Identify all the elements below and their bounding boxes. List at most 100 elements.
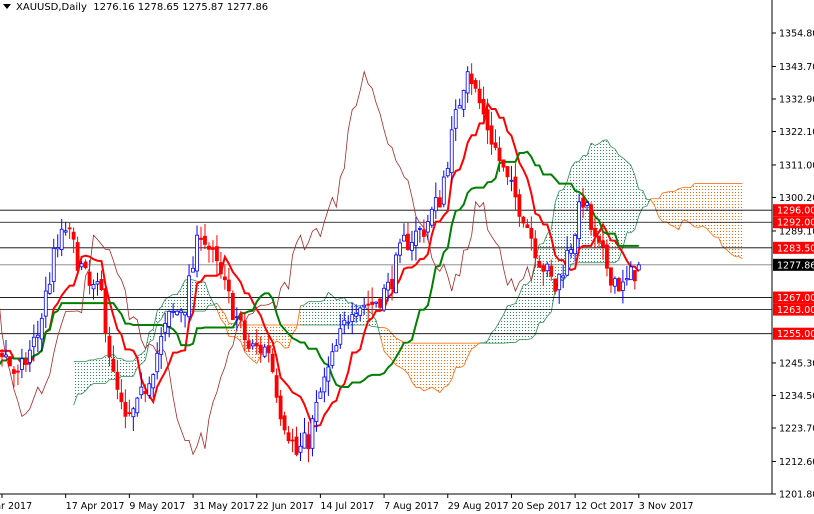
price-tick-label: 1311.00 bbox=[779, 160, 814, 171]
candle-bullish bbox=[318, 391, 323, 399]
cloud-bearish-segment bbox=[419, 343, 424, 391]
candle-bearish bbox=[617, 278, 621, 292]
cloud-bullish-segment bbox=[101, 355, 106, 384]
candle-bullish bbox=[449, 129, 454, 174]
candle-bearish bbox=[238, 313, 243, 321]
candle-bearish bbox=[370, 301, 375, 305]
price-chart[interactable]: 1354.80 1343.70 1332.90 1322.10 1311.00 1300.… bbox=[0, 0, 814, 514]
cloud-bearish-segment bbox=[666, 191, 671, 226]
candle-bearish bbox=[469, 73, 474, 85]
cloud-bearish-segment bbox=[718, 183, 723, 247]
candle-bullish bbox=[374, 301, 379, 304]
candle-bullish bbox=[187, 275, 191, 318]
cloud-bullish-segment bbox=[89, 359, 94, 387]
senkou-span-b-segment bbox=[376, 326, 381, 328]
candle-bullish bbox=[47, 283, 52, 294]
candle-bullish bbox=[429, 208, 434, 226]
candle-bearish bbox=[501, 159, 506, 168]
candle-bullish bbox=[465, 71, 470, 94]
cloud-bearish-segment bbox=[730, 183, 735, 257]
cloud-bullish-segment bbox=[539, 243, 544, 323]
candle-bullish bbox=[461, 90, 466, 110]
cloud-bullish-segment bbox=[559, 189, 564, 281]
cloud-bullish-segment bbox=[105, 355, 110, 384]
cloud-bullish-segment bbox=[304, 301, 309, 325]
date-tick-label: 9 May 2017 bbox=[129, 501, 185, 512]
candle-bearish bbox=[589, 204, 593, 230]
cloud-bearish-segment bbox=[427, 343, 432, 390]
candle-bullish bbox=[55, 247, 60, 250]
candle-bullish bbox=[445, 167, 450, 177]
cloud-bearish-segment bbox=[284, 324, 289, 349]
candle-bullish bbox=[326, 366, 331, 382]
candle-bullish bbox=[342, 319, 347, 326]
cloud-bullish-segment bbox=[201, 281, 205, 312]
level-price-label: 1292.00 bbox=[777, 218, 814, 229]
candle-bullish bbox=[386, 281, 390, 291]
price-tick-label: 1234.50 bbox=[779, 391, 814, 402]
candle-bearish bbox=[533, 238, 538, 259]
candle-bearish bbox=[521, 216, 526, 224]
cloud-bearish-segment bbox=[439, 343, 444, 393]
cloud-bullish-segment bbox=[312, 301, 317, 325]
date-tick-label: 12 Oct 2017 bbox=[575, 501, 634, 512]
candle-bullish bbox=[171, 310, 176, 313]
candle-bearish bbox=[16, 370, 20, 373]
level-price-label: 1283.50 bbox=[777, 243, 814, 254]
cloud-bearish-segment bbox=[738, 183, 743, 259]
candle-bearish bbox=[537, 260, 542, 268]
cloud-bearish-segment bbox=[734, 183, 739, 257]
candle-bullish bbox=[91, 284, 96, 290]
candle-bearish bbox=[226, 279, 231, 292]
candle-bearish bbox=[553, 278, 558, 292]
candle-bearish bbox=[541, 265, 546, 272]
cloud-bearish-segment bbox=[702, 183, 707, 229]
cloud-bearish-segment bbox=[678, 187, 683, 230]
cloud-bearish-segment bbox=[459, 343, 464, 368]
candle-bullish bbox=[569, 249, 574, 254]
cloud-bullish-segment bbox=[499, 314, 504, 344]
cloud-bullish-segment bbox=[336, 298, 341, 325]
cloud-bearish-segment bbox=[455, 343, 460, 368]
cloud-bearish-segment bbox=[447, 343, 452, 386]
price-tick-label: 1212.60 bbox=[779, 457, 814, 468]
cloud-bearish-segment bbox=[674, 188, 679, 230]
price-tick-label: 1322.10 bbox=[779, 127, 814, 138]
cloud-bullish-segment bbox=[595, 143, 599, 263]
cloud-bullish-segment bbox=[324, 292, 329, 325]
level-price-label: 1255.00 bbox=[777, 329, 814, 340]
candle-bullish bbox=[354, 313, 359, 317]
cloud-bearish-segment bbox=[694, 183, 699, 228]
level-price-label: 1267.00 bbox=[777, 293, 814, 304]
candle-bearish bbox=[75, 242, 80, 271]
time-axis: 23 Mar 2017 17 Apr 2017 9 May 2017 31 May 2… bbox=[0, 494, 694, 512]
candle-bearish bbox=[199, 237, 203, 240]
date-tick-label: 14 Jul 2017 bbox=[320, 501, 374, 512]
cloud-bullish-segment bbox=[551, 202, 556, 313]
candle-bullish bbox=[457, 105, 462, 109]
candle-bearish bbox=[246, 340, 251, 349]
candle-bullish bbox=[577, 201, 581, 239]
cloud-bearish-segment bbox=[403, 342, 408, 374]
candle-bullish bbox=[565, 249, 570, 276]
candle-bearish bbox=[477, 88, 482, 104]
candle-bearish bbox=[390, 278, 394, 290]
cloud-bearish-segment bbox=[435, 343, 440, 393]
cloud-bullish-segment bbox=[316, 301, 321, 325]
candle-bullish bbox=[51, 247, 56, 282]
candle-bearish bbox=[294, 436, 299, 455]
candle-bullish bbox=[167, 310, 172, 327]
cloud-bullish-segment bbox=[125, 361, 130, 377]
candle-bullish bbox=[322, 376, 327, 393]
cloud-bullish-segment bbox=[618, 155, 623, 260]
candle-bullish bbox=[163, 323, 168, 333]
cloud-bullish-segment bbox=[81, 361, 86, 395]
candle-bullish bbox=[147, 383, 152, 396]
ichimoku-cloud bbox=[73, 139, 743, 406]
cloud-bullish-segment bbox=[169, 294, 174, 312]
candle-bullish bbox=[131, 408, 136, 418]
candle-bullish bbox=[139, 386, 144, 396]
candle-bullish bbox=[453, 109, 458, 129]
candle-bullish bbox=[628, 266, 633, 281]
cloud-bearish-segment bbox=[407, 342, 412, 383]
